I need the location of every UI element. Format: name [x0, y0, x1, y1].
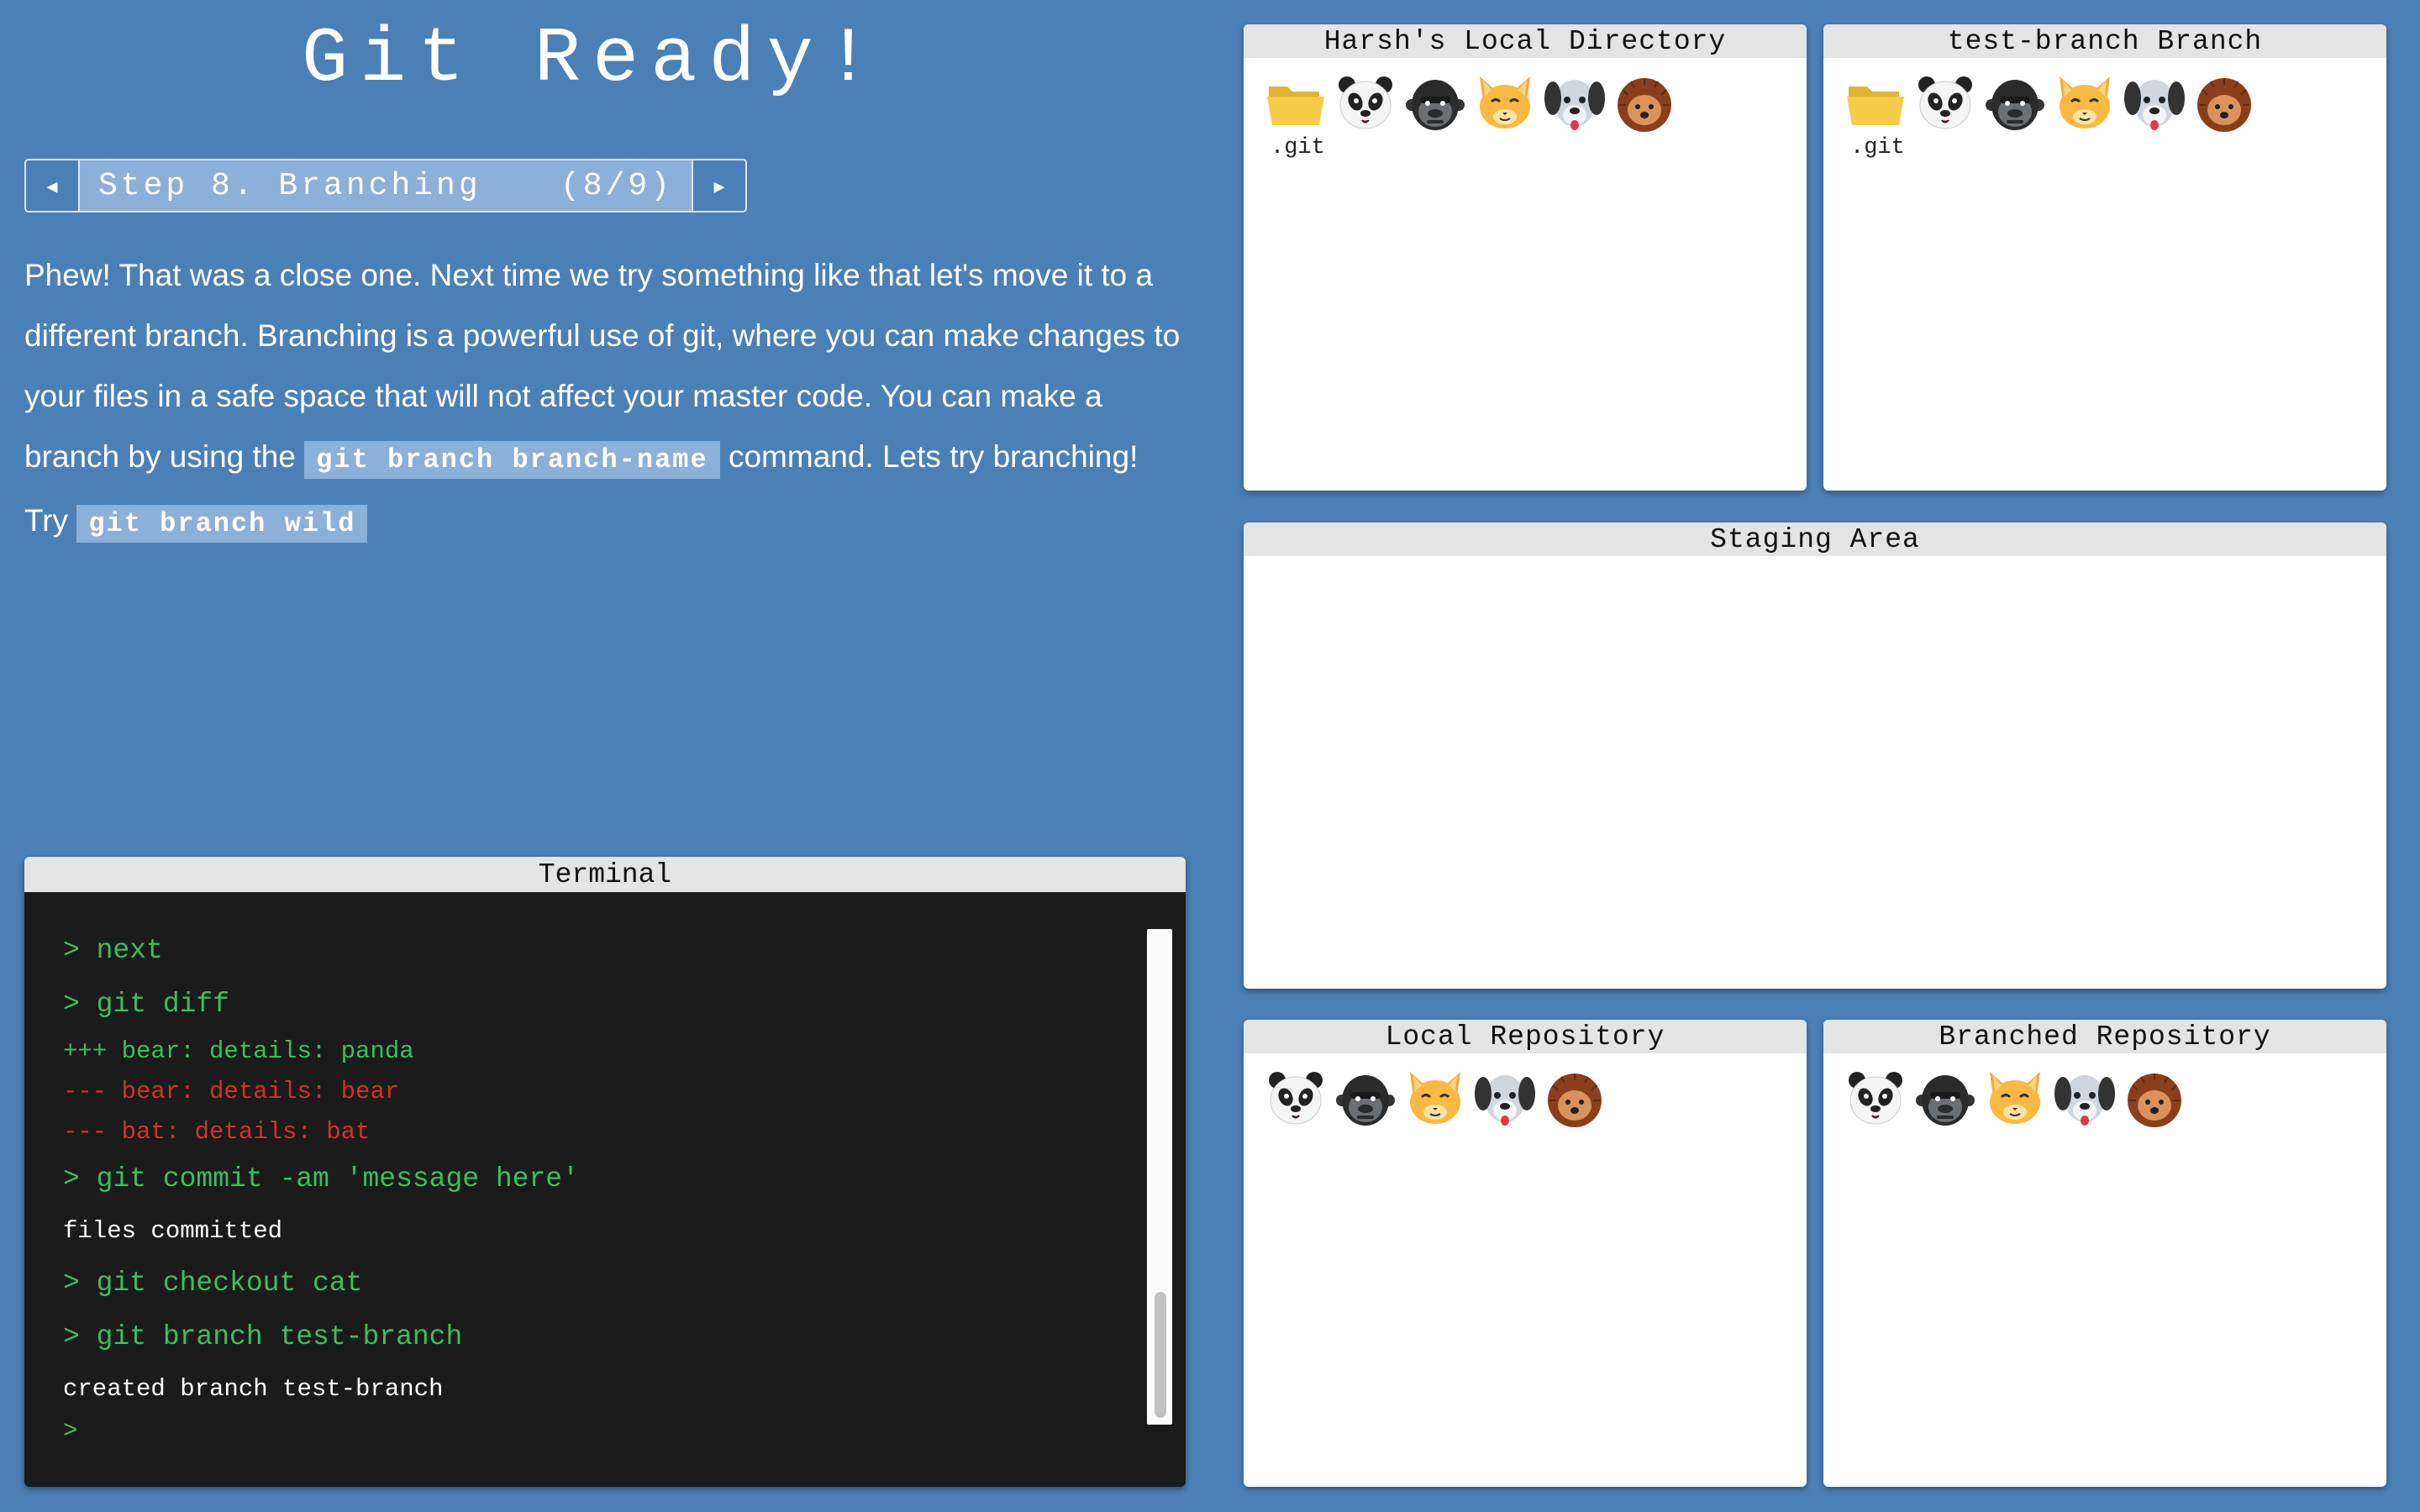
terminal-line: > [63, 1417, 78, 1445]
folder-label: .git [1850, 135, 1905, 160]
staging-area-panel: Staging Area [1244, 522, 2386, 989]
panel-title: Harsh's Local Directory [1244, 24, 1807, 58]
hedgehog-icon [1614, 73, 1681, 134]
cat-icon [1475, 73, 1542, 134]
panel-title: Local Repository [1244, 1020, 1807, 1053]
folder-icon: .git [1265, 73, 1333, 160]
local-repository-panel: Local Repository [1244, 1020, 1807, 1487]
try-paragraph: Try git branch wild [24, 491, 1192, 554]
file-icons: .git [1823, 58, 2386, 160]
dog-icon [1475, 1068, 1542, 1129]
panda-icon [1845, 1068, 1912, 1129]
scrollbar-thumb[interactable] [1155, 1292, 1166, 1418]
file-icons [1823, 1053, 2386, 1129]
local-directory-panel: Harsh's Local Directory .git [1244, 24, 1807, 491]
step-navigator: ◂ Step 8. Branching (8/9) ▸ [24, 159, 747, 213]
gorilla-icon [1405, 73, 1472, 134]
panel-title: test-branch Branch [1823, 24, 2386, 58]
try-text: Try [24, 503, 77, 538]
folder-icon: .git [1845, 73, 1912, 160]
panda-icon [1265, 1068, 1333, 1129]
hedgehog-icon [1544, 1068, 1612, 1129]
terminal-line: --- bear: details: bear [63, 1078, 400, 1105]
dog-icon [1544, 73, 1612, 134]
try-command-snippet: git branch wild [76, 505, 368, 543]
cat-icon [1405, 1068, 1472, 1129]
prev-step-button[interactable]: ◂ [26, 160, 80, 211]
cat-icon [1985, 1068, 2052, 1129]
terminal-line: files committed [63, 1217, 283, 1245]
instruction-text-end: command. Lets try branching! [719, 439, 1139, 474]
gorilla-icon [1335, 1068, 1402, 1129]
panel-title: Branched Repository [1823, 1020, 2386, 1053]
instructions: Phew! That was a close one. Next time we… [24, 245, 1192, 554]
panda-icon [1915, 73, 1982, 134]
panda-icon [1335, 73, 1402, 134]
app-title: Git Ready! [301, 15, 884, 103]
terminal-line: --- bat: details: bat [63, 1118, 371, 1146]
terminal-line: +++ bear: details: panda [63, 1037, 414, 1065]
step-label-box: Step 8. Branching (8/9) [80, 160, 692, 211]
terminal-line: > git diff [63, 989, 230, 1020]
gorilla-icon [1915, 1068, 1982, 1129]
terminal-line: > git checkout cat [63, 1268, 363, 1299]
hedgehog-icon [2194, 73, 2261, 134]
step-progress: (8/9) [560, 167, 673, 204]
dog-icon [2124, 73, 2191, 134]
folder-label: .git [1270, 135, 1325, 160]
terminal-scrollbar[interactable] [1147, 929, 1172, 1425]
hedgehog-icon [2124, 1068, 2191, 1129]
terminal-output[interactable]: > next > git diff +++ bear: details: panda… [63, 924, 1130, 1448]
terminal-line: > git commit -am 'message here' [63, 1163, 579, 1194]
file-icons: .git [1244, 58, 1807, 160]
instruction-paragraph: Phew! That was a close one. Next time we… [24, 245, 1192, 491]
test-branch-panel: test-branch Branch .git [1823, 24, 2386, 491]
terminal-panel[interactable]: Terminal > next > git diff +++ bear: detai… [24, 857, 1186, 1487]
gorilla-icon [1985, 73, 2052, 134]
terminal-title: Terminal [24, 857, 1186, 892]
next-step-button[interactable]: ▸ [692, 160, 745, 211]
cat-icon [2054, 73, 2122, 134]
step-title: Step 8. Branching [98, 167, 481, 204]
panel-title: Staging Area [1244, 522, 2386, 556]
file-icons [1244, 1053, 1807, 1129]
terminal-line: > next [63, 935, 163, 966]
terminal-line: created branch test-branch [63, 1375, 444, 1403]
terminal-line: > git branch test-branch [63, 1321, 463, 1352]
dog-icon [2054, 1068, 2122, 1129]
command-snippet: git branch branch-name [304, 441, 720, 479]
branched-repository-panel: Branched Repository [1823, 1020, 2386, 1487]
